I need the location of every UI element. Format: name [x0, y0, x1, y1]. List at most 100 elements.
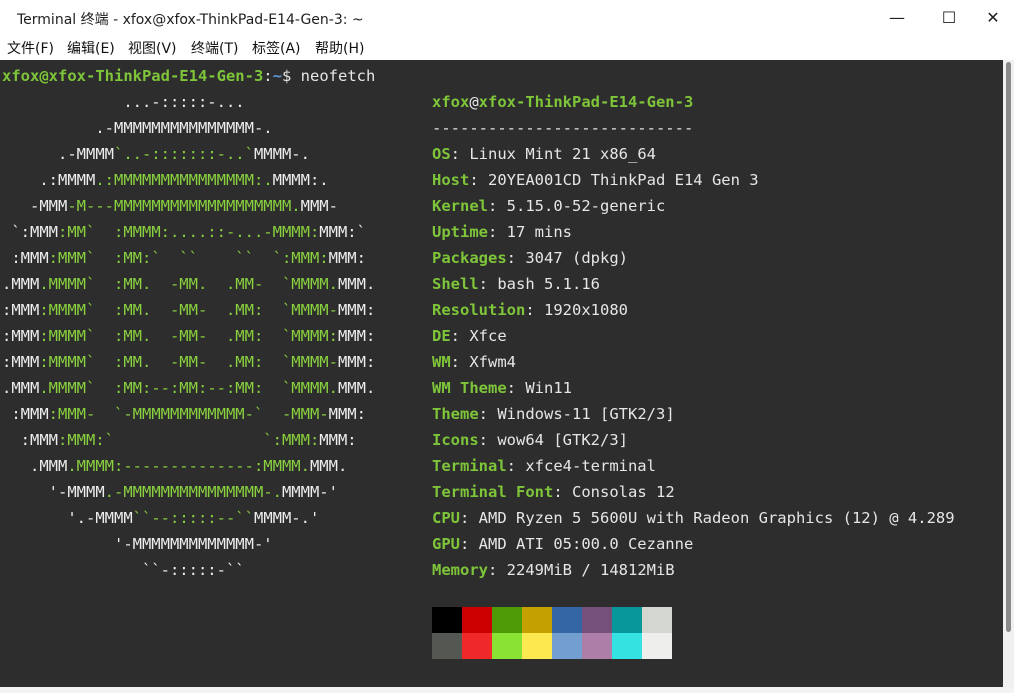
info-field: Resolution: 1920x1080	[432, 301, 628, 319]
ascii-segment: MMM.	[309, 457, 348, 475]
info-at: @	[469, 93, 479, 111]
ascii-segment: MMMM:.	[272, 171, 329, 189]
ascii-segment: -MMM	[2, 197, 68, 215]
info-field-key: Terminal Font	[432, 483, 554, 501]
color-swatch	[612, 633, 642, 659]
ascii-segment: .MMM	[2, 457, 68, 475]
info-field-value: Xfce	[469, 327, 507, 345]
ascii-segment: .-MMMMMMMMMMMMMMM-.	[104, 483, 282, 501]
color-swatch	[432, 607, 462, 633]
info-field-key: Shell	[432, 275, 479, 293]
ascii-segment: MMMM-.	[253, 145, 310, 163]
ascii-segment: MMM.	[337, 275, 376, 293]
ascii-logo-line: :MMM:MMM:` `:MMM:MMM:	[2, 427, 357, 453]
ascii-segment: MMM:	[337, 327, 376, 345]
info-field: Packages: 3047 (dpkg)	[432, 249, 628, 267]
info-host: xfox-ThinkPad-E14-Gen-3	[478, 93, 694, 111]
info-field-value: xfce4-terminal	[525, 457, 656, 475]
info-field: Host: 20YEA001CD ThinkPad E14 Gen 3	[432, 171, 759, 189]
ascii-segment: MMM-	[300, 197, 338, 215]
prompt-colon: :	[263, 67, 273, 85]
info-field-key: Theme	[432, 405, 479, 423]
terminal-output[interactable]: xfox@xfox-ThinkPad-E14-Gen-3:~$ neofetch…	[0, 60, 1003, 687]
ascii-segment: ...-:::::-...	[2, 93, 245, 111]
ascii-logo-line: :MMM:MMMM` :MM. -MM- .MM: `MMMM:MMM:	[2, 323, 375, 349]
prompt-symbol: $	[281, 67, 292, 85]
ascii-logo-line: ``-:::::-``	[2, 557, 245, 583]
menu-file[interactable]: 文件(F)	[7, 38, 54, 58]
maximize-button[interactable]: ☐	[926, 0, 972, 34]
info-field-value: 17 mins	[506, 223, 572, 241]
scrollbar[interactable]	[1003, 60, 1014, 687]
info-field-key: Uptime	[432, 223, 488, 241]
info-field-value: 1920x1080	[544, 301, 628, 319]
prompt-command: neofetch	[300, 67, 376, 85]
info-field-value: Linux Mint 21 x86_64	[469, 145, 656, 163]
info-field: Kernel: 5.15.0-52-generic	[432, 197, 666, 215]
info-field-key: Memory	[432, 561, 488, 579]
ascii-segment: MMM:	[337, 353, 376, 371]
ascii-segment: MMM:	[328, 405, 366, 423]
menu-terminal[interactable]: 终端(T)	[191, 38, 238, 58]
ascii-segment: :MMM` :MM:` `` `` `:MMM:	[48, 249, 329, 267]
info-field: DE: Xfce	[432, 327, 507, 345]
prompt-path: ~	[272, 67, 282, 85]
scrollbar-thumb[interactable]	[1006, 62, 1011, 632]
color-swatch	[462, 633, 492, 659]
color-swatch	[462, 607, 492, 633]
color-swatch	[582, 633, 612, 659]
ascii-logo-line: .:MMMM.:MMMMMMMMMMMMMMM:.MMMM:.	[2, 167, 329, 193]
info-field: Icons: wow64 [GTK2/3]	[432, 431, 628, 449]
ascii-segment: `..-:::::::-..`	[113, 145, 254, 163]
ascii-segment: ``--:::::--``	[132, 509, 254, 527]
ascii-segment: MMM.	[337, 379, 376, 397]
color-swatch	[522, 607, 552, 633]
info-field: CPU: AMD Ryzen 5 5600U with Radeon Graph…	[432, 509, 955, 527]
ascii-logo-line: '-MMMMMMMMMMMMM-'	[2, 531, 273, 557]
info-field-key: Terminal	[432, 457, 507, 475]
info-field-value: 3047 (dpkg)	[525, 249, 628, 267]
color-swatch	[492, 607, 522, 633]
ascii-segment: :MMM:` `:MMM:	[58, 431, 320, 449]
info-field-value: Consolas 12	[572, 483, 675, 501]
info-field: OS: Linux Mint 21 x86_64	[432, 145, 656, 163]
separator-text: ----------------------------	[432, 119, 694, 137]
ascii-segment: .MMM	[2, 275, 40, 293]
ascii-segment: .:MMMM	[2, 171, 96, 189]
menu-view[interactable]: 视图(V)	[128, 38, 177, 58]
ascii-segment: .MMMM` :MM:--:MM:--:MM: `MMMM.	[39, 379, 338, 397]
info-field-value: 5.15.0-52-generic	[506, 197, 666, 215]
menu-tabs[interactable]: 标签(A)	[252, 38, 301, 58]
ascii-segment: MMM:	[319, 431, 357, 449]
menu-edit[interactable]: 编辑(E)	[67, 38, 115, 58]
ascii-logo-line: '.-MMMM``--:::::--``MMMM-.'	[2, 505, 319, 531]
ascii-logo-line: .MMM.MMMM` :MM:--:MM:--:MM: `MMMM.MMM.	[2, 375, 375, 401]
menu-help[interactable]: 帮助(H)	[315, 38, 364, 58]
info-field-value: bash 5.1.16	[497, 275, 600, 293]
ascii-segment: :MMM	[2, 249, 49, 267]
close-button[interactable]: ✕	[970, 0, 1014, 34]
ascii-logo-line: :MMM:MMM` :MM:` `` `` `:MMM:MMM:	[2, 245, 366, 271]
ascii-segment: MMMM-'	[281, 483, 338, 501]
ascii-segment: :MMM	[2, 431, 58, 449]
close-icon: ✕	[986, 7, 1000, 27]
info-field-value: wow64 [GTK2/3]	[497, 431, 628, 449]
info-field-value: Windows-11 [GTK2/3]	[497, 405, 675, 423]
info-field-value: AMD Ryzen 5 5600U with Radeon Graphics (…	[478, 509, 955, 527]
maximize-icon: ☐	[941, 7, 957, 27]
ascii-logo-line: ...-:::::-...	[2, 89, 245, 115]
window-bottom-edge	[0, 687, 1014, 693]
info-field: Terminal: xfce4-terminal	[432, 457, 656, 475]
minimize-button[interactable]: —	[874, 0, 920, 34]
prompt-user-host: xfox@xfox-ThinkPad-E14-Gen-3	[2, 67, 264, 85]
ascii-segment: `:MMM	[2, 223, 58, 241]
ascii-segment: -M---MMMMMMMMMMMMMMMMMMM.	[67, 197, 301, 215]
title-bar[interactable]: Terminal 终端 - xfox@xfox-ThinkPad-E14-Gen…	[0, 0, 1014, 34]
ascii-segment: :MM` :MMMM:....::-...-MMMM:	[58, 223, 320, 241]
ascii-logo-line: .-MMMMMMMMMMMMMMM-.	[2, 115, 272, 141]
info-field-value: Xfwm4	[469, 353, 517, 371]
info-field: Uptime: 17 mins	[432, 223, 572, 241]
ascii-segment: .MMMM` :MM. -MM. .MM- `MMMM.	[39, 275, 338, 293]
info-user: xfox	[432, 93, 470, 111]
ascii-segment: '-MMMM	[2, 483, 105, 501]
